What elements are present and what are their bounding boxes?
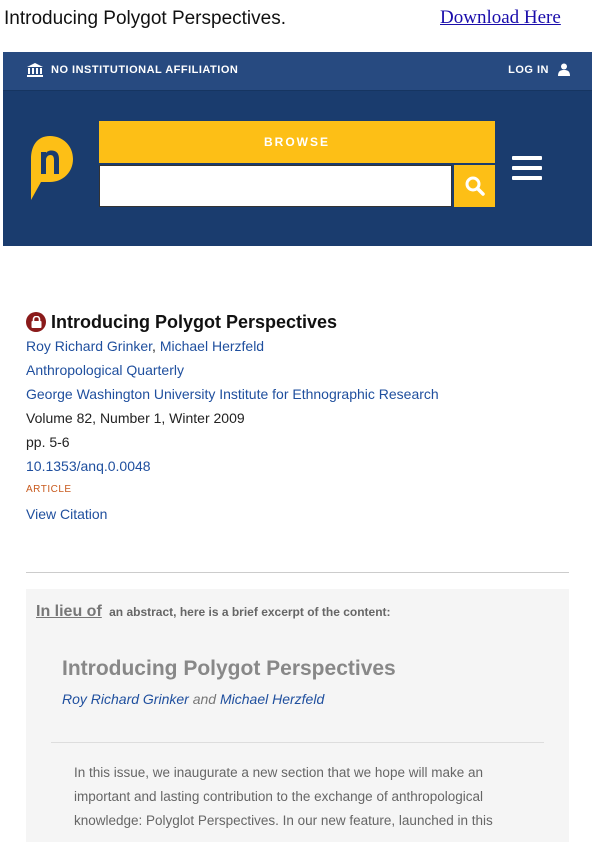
publisher-link[interactable]: George Washington University Institute f… — [26, 382, 566, 406]
authors-line: Roy Richard Grinker, Michael Herzfeld — [26, 334, 566, 358]
top-banner: Introducing Polygot Perspectives. Downlo… — [0, 0, 595, 52]
browse-button[interactable]: BROWSE — [99, 121, 495, 163]
journal-link[interactable]: Anthropological Quarterly — [26, 358, 566, 382]
author-link[interactable]: Michael Herzfeld — [160, 338, 264, 354]
site-header: NO INSTITUTIONAL AFFILIATION LOG IN BROW… — [3, 52, 592, 246]
excerpt-body: In this issue, we inaugurate a new secti… — [74, 765, 493, 828]
excerpt-intro-strong: In lieu of — [36, 603, 102, 620]
download-link[interactable]: Download Here — [440, 7, 561, 29]
excerpt-author-link[interactable]: Roy Richard Grinker — [62, 691, 189, 707]
excerpt-intro-rest: an abstract, here is a brief excerpt of … — [109, 605, 391, 619]
excerpt-title: Introducing Polygot Perspectives — [62, 657, 396, 680]
excerpt-author-link[interactable]: Michael Herzfeld — [220, 691, 324, 707]
affiliation-bar: NO INSTITUTIONAL AFFILIATION LOG IN — [3, 52, 592, 91]
excerpt-and: and — [192, 691, 217, 707]
search-button[interactable] — [454, 165, 495, 207]
excerpt-intro: In lieu of an abstract, here is a brief … — [36, 603, 391, 621]
article-type-label: ARTICLE — [26, 484, 72, 495]
hamburger-menu-button[interactable] — [512, 156, 542, 187]
page-range: pp. 5-6 — [26, 434, 70, 450]
login-label: LOG IN — [508, 63, 549, 76]
hamburger-menu-icon — [512, 156, 542, 180]
view-citation-link[interactable]: View Citation — [26, 502, 566, 526]
search-icon — [465, 176, 485, 196]
institution-icon — [27, 63, 43, 77]
user-icon — [558, 63, 570, 76]
institution-affiliation[interactable]: NO INSTITUTIONAL AFFILIATION — [27, 63, 238, 77]
article-record: Introducing Polygot Perspectives Roy Ric… — [26, 310, 566, 526]
article-title-row: Introducing Polygot Perspectives — [26, 310, 566, 334]
login-button[interactable]: LOG IN — [508, 63, 570, 76]
excerpt-authors: Roy Richard Grinker and Michael Herzfeld — [62, 691, 324, 707]
author-link[interactable]: Roy Richard Grinker — [26, 338, 152, 354]
banner-title: Introducing Polygot Perspectives. — [4, 8, 286, 29]
muse-logo[interactable] — [25, 134, 75, 209]
search-input[interactable] — [99, 165, 452, 207]
volume-info: Volume 82, Number 1, Winter 2009 — [26, 410, 245, 426]
article-title: Introducing Polygot Perspectives — [51, 311, 338, 332]
excerpt-panel: In lieu of an abstract, here is a brief … — [26, 589, 569, 842]
affiliation-label: NO INSTITUTIONAL AFFILIATION — [51, 64, 239, 76]
doi-link[interactable]: 10.1353/anq.0.0048 — [26, 454, 566, 478]
lock-icon — [26, 312, 46, 332]
excerpt-divider — [51, 742, 544, 743]
author-separator: , — [152, 338, 156, 354]
section-divider — [26, 572, 569, 573]
